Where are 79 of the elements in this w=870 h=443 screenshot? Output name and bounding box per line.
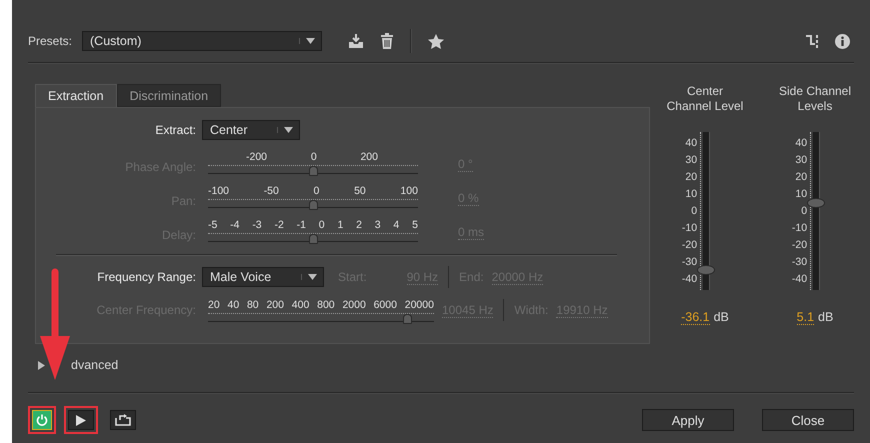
routing-icon[interactable] xyxy=(805,34,819,48)
extract-dropdown[interactable]: Center xyxy=(202,120,300,140)
tab[interactable]: Extraction xyxy=(35,84,117,107)
scale-label: 400 xyxy=(292,298,310,310)
scale-label: -50 xyxy=(264,185,279,197)
scale-label: 200 xyxy=(266,298,284,310)
scale-label: 10 xyxy=(685,188,698,200)
scale-label: 40 xyxy=(795,137,808,149)
loop-icon xyxy=(115,414,131,426)
scale-label: -10 xyxy=(682,222,698,234)
unit-label: dB xyxy=(714,310,729,325)
delete-icon[interactable] xyxy=(380,33,394,49)
scale-label: -2 xyxy=(274,219,284,231)
star-icon[interactable] xyxy=(428,34,444,48)
frequency-range-label: Frequency Range: xyxy=(96,270,197,284)
scale-label: 30 xyxy=(795,154,808,166)
scale-label: 1 xyxy=(337,219,344,231)
scale-label: 5 xyxy=(412,219,418,231)
scale-label: 50 xyxy=(354,185,366,197)
scale-label: 2000 xyxy=(342,298,366,310)
play-button[interactable] xyxy=(68,410,94,430)
caret-icon xyxy=(299,38,316,44)
play-icon xyxy=(76,414,86,426)
scale-label: -20 xyxy=(792,239,808,251)
scale-label: -30 xyxy=(792,256,808,268)
tab[interactable]: Discrimination xyxy=(116,84,222,107)
advanced-label[interactable]: dvanced xyxy=(71,358,118,372)
scale-label: -30 xyxy=(682,256,698,268)
level-value[interactable]: -36.1 xyxy=(681,310,710,325)
scale-label: 40 xyxy=(685,137,698,149)
caret-icon xyxy=(301,274,317,280)
dialog-button[interactable]: Apply xyxy=(642,409,734,431)
extract-label: Extract: xyxy=(154,123,197,137)
power-icon xyxy=(36,414,48,426)
caret-icon xyxy=(277,127,293,133)
scale-label: -40 xyxy=(682,273,698,285)
collapsed-triangle-icon[interactable] xyxy=(38,360,45,370)
scale-label: 20000 xyxy=(404,298,434,310)
scale-label: -1 xyxy=(296,219,306,231)
scale-label: 20 xyxy=(795,171,808,183)
scale-label: 0 xyxy=(310,151,317,163)
presets-dropdown[interactable]: (Custom) xyxy=(82,31,322,51)
scale-label: 30 xyxy=(685,154,698,166)
presets-label: Presets: xyxy=(28,34,72,48)
level-value[interactable]: 5.1 xyxy=(796,310,814,325)
meter-title: Side Channel Levels xyxy=(778,84,852,115)
scale-label: 0 xyxy=(691,205,698,217)
meter-title: Center Channel Level xyxy=(666,84,744,115)
scale-label: -3 xyxy=(252,219,262,231)
power-button[interactable] xyxy=(32,410,52,430)
scale-label: 200 xyxy=(360,151,378,163)
scale-label: 0 xyxy=(314,185,320,197)
scale-label: 3 xyxy=(374,219,381,231)
scale-label: -20 xyxy=(682,239,698,251)
scale-label: 6000 xyxy=(374,298,397,310)
scale-label: -100 xyxy=(208,185,230,197)
scale-label: 100 xyxy=(400,185,418,197)
scale-label: 20 xyxy=(208,298,220,310)
scale-label: -10 xyxy=(792,222,808,234)
scale-label: 2 xyxy=(356,219,362,231)
scale-label: -5 xyxy=(208,219,218,231)
scale-label: -40 xyxy=(792,273,808,285)
scale-label: 10 xyxy=(795,188,808,200)
scale-label: 0 xyxy=(801,205,808,217)
scale-label: 80 xyxy=(246,298,259,310)
loop-button[interactable] xyxy=(110,410,136,430)
scale-label: 20 xyxy=(685,171,698,183)
dialog-button[interactable]: Close xyxy=(762,409,854,431)
scale-label: 40 xyxy=(227,298,240,310)
info-icon[interactable] xyxy=(835,34,850,48)
scale-label: 800 xyxy=(317,298,335,310)
level-thumb[interactable] xyxy=(807,198,826,208)
scale-label: -200 xyxy=(246,151,268,163)
scale-label: 0 xyxy=(318,219,325,231)
scale-label: 4 xyxy=(393,219,400,231)
scale-label: -4 xyxy=(230,219,240,231)
save-preset-icon[interactable] xyxy=(348,33,364,49)
level-thumb[interactable] xyxy=(697,265,716,276)
unit-label: dB xyxy=(818,310,834,325)
